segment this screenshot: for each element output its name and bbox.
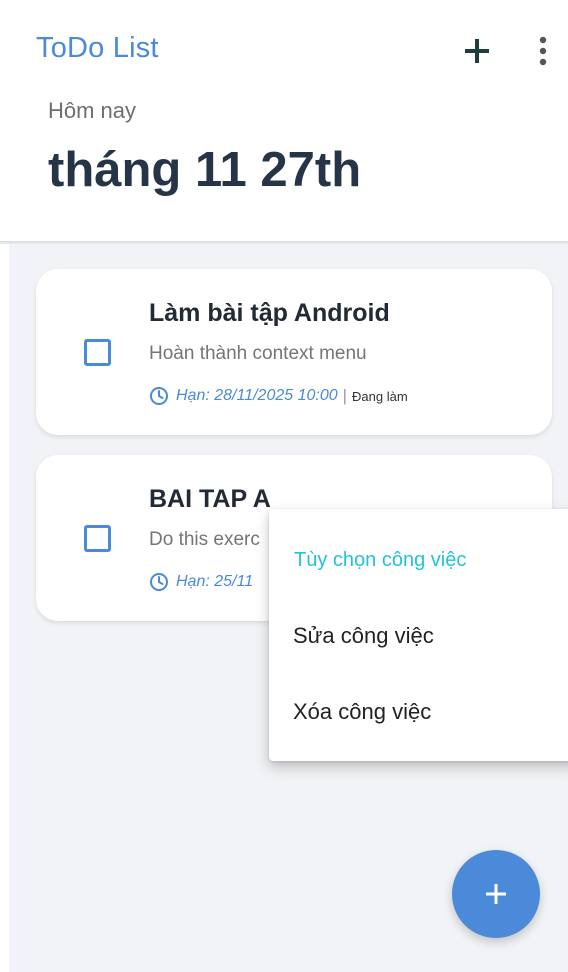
today-label: Hôm nay: [48, 98, 137, 123]
task-context-menu: Tùy chọn công việc Sửa công việc Xóa côn…: [269, 509, 568, 761]
date-header: Hôm nay tháng 11 27th: [0, 90, 568, 242]
clock-icon: [149, 386, 169, 406]
task-due: Hạn: 28/11/2025 10:00: [176, 387, 338, 404]
clock-icon: [149, 572, 169, 592]
date-title: tháng 11 27th: [48, 143, 362, 197]
context-menu-header: Tùy chọn công việc: [294, 549, 467, 571]
task-meta: Hạn: 25/11: [149, 572, 253, 592]
app-title: ToDo List: [36, 32, 159, 64]
task-card[interactable]: Làm bài tập Android Hoàn thành context m…: [36, 269, 552, 435]
add-task-button[interactable]: [460, 34, 494, 68]
left-edge: [0, 244, 9, 972]
edit-task-menu-item[interactable]: Sửa công việc: [269, 601, 568, 671]
plus-icon: [486, 884, 506, 904]
task-checkbox[interactable]: [84, 525, 111, 552]
add-task-fab[interactable]: [452, 850, 540, 938]
task-title: BAI TAP A: [149, 485, 271, 513]
task-title: Làm bài tập Android: [149, 299, 390, 327]
more-options-button[interactable]: [528, 34, 558, 68]
task-meta: Hạn: 28/11/2025 10:00 | Đang làm: [149, 386, 408, 406]
delete-task-menu-item[interactable]: Xóa công việc: [269, 677, 568, 747]
task-description: Do this exerc: [149, 529, 260, 550]
more-vert-icon: [539, 36, 547, 66]
task-status: Đang làm: [352, 388, 408, 404]
task-description: Hoàn thành context menu: [149, 343, 367, 364]
task-checkbox[interactable]: [84, 339, 111, 366]
task-due: Hạn: 25/11: [176, 573, 254, 590]
app-bar: ToDo List: [0, 0, 568, 100]
plus-icon: [465, 39, 489, 63]
meta-separator: |: [342, 386, 348, 405]
